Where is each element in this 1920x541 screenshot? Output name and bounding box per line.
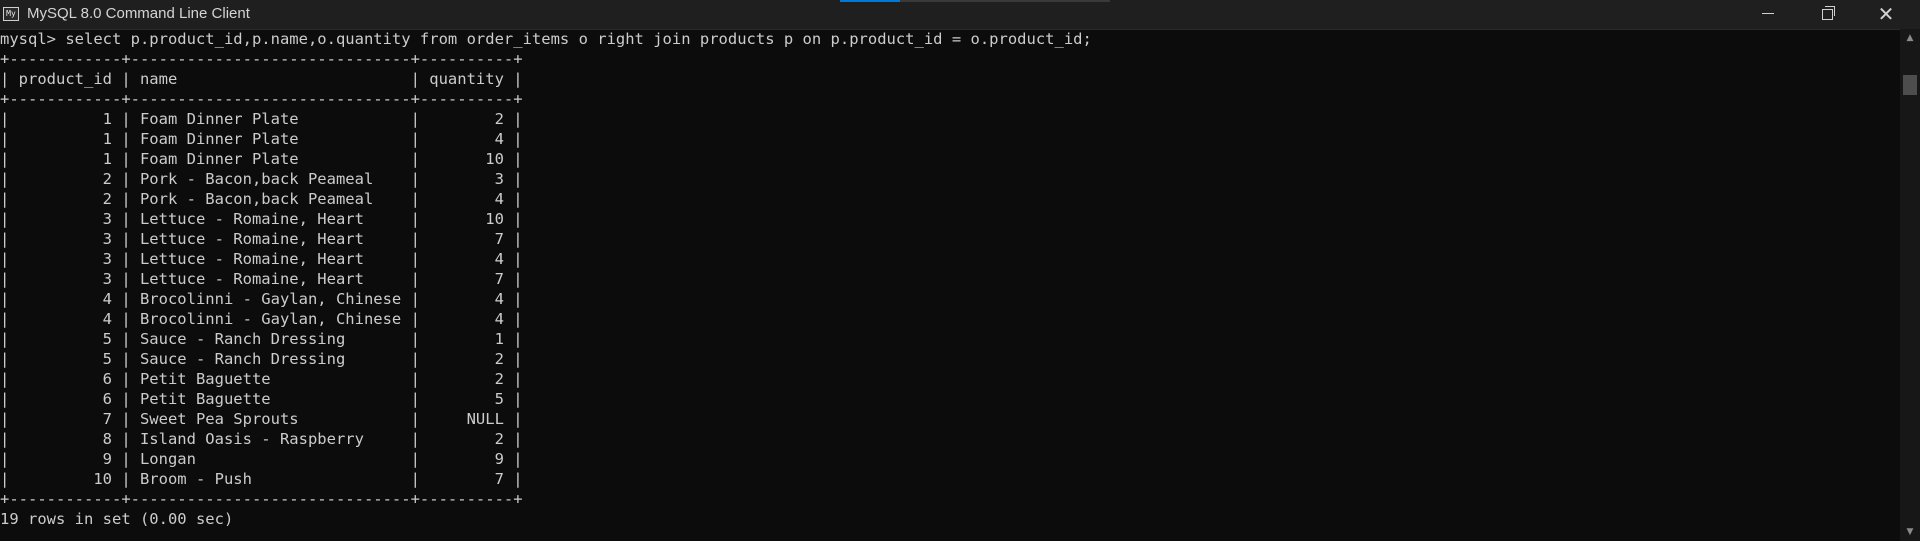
result-table-line: | 3 | Lettuce - Romaine, Heart | 7 | [0, 230, 523, 248]
scroll-down-arrow-icon[interactable]: ▼ [1900, 523, 1920, 541]
scroll-up-arrow-icon[interactable]: ▲ [1900, 29, 1920, 47]
mysql-console-window: My MySQL 8.0 Command Line Client ✕ mysql… [0, 0, 1920, 541]
title-accent-highlight [840, 0, 900, 2]
result-table-line: | 4 | Brocolinni - Gaylan, Chinese | 4 | [0, 310, 523, 328]
result-table-line: | 3 | Lettuce - Romaine, Heart | 10 | [0, 210, 523, 228]
console-output[interactable]: mysql> select p.product_id,p.name,o.quan… [0, 29, 1900, 541]
result-table-line: | 9 | Longan | 9 | [0, 450, 523, 468]
result-table-line: | 1 | Foam Dinner Plate | 2 | [0, 110, 523, 128]
vertical-scrollbar[interactable]: ▲ ▼ [1900, 29, 1920, 541]
result-table-line: | product_id | name | quantity | [0, 70, 523, 88]
mysql-console-icon[interactable]: My [3, 7, 19, 21]
result-table-line: | 2 | Pork - Bacon,back Peameal | 3 | [0, 170, 523, 188]
result-table-line: | 7 | Sweet Pea Sprouts | NULL | [0, 410, 523, 428]
minimize-button[interactable] [1745, 0, 1791, 29]
result-table-line: | 4 | Brocolinni - Gaylan, Chinese | 4 | [0, 290, 523, 308]
result-table-line: | 3 | Lettuce - Romaine, Heart | 7 | [0, 270, 523, 288]
result-table-line: | 5 | Sauce - Ranch Dressing | 2 | [0, 350, 523, 368]
maximize-button[interactable] [1804, 0, 1850, 29]
scrollbar-thumb[interactable] [1903, 75, 1917, 95]
result-table-line: | 6 | Petit Baguette | 5 | [0, 390, 523, 408]
result-summary-line: 19 rows in set (0.00 sec) [0, 510, 234, 528]
result-table-line: | 5 | Sauce - Ranch Dressing | 1 | [0, 330, 523, 348]
window-title: MySQL 8.0 Command Line Client [27, 5, 250, 22]
sql-command-line: mysql> select p.product_id,p.name,o.quan… [0, 30, 1092, 48]
result-table-line: +------------+--------------------------… [0, 50, 523, 68]
result-table-line: | 1 | Foam Dinner Plate | 4 | [0, 130, 523, 148]
close-button[interactable]: ✕ [1863, 0, 1909, 29]
restore-icon [1822, 6, 1835, 20]
result-table-line: +------------+--------------------------… [0, 490, 523, 508]
result-table-line: | 2 | Pork - Bacon,back Peameal | 4 | [0, 190, 523, 208]
result-table-line: | 10 | Broom - Push | 7 | [0, 470, 523, 488]
close-icon: ✕ [1877, 2, 1895, 26]
console-text: mysql> select p.product_id,p.name,o.quan… [0, 29, 1900, 529]
title-bar[interactable]: My MySQL 8.0 Command Line Client ✕ [0, 0, 1920, 30]
result-table-line: | 1 | Foam Dinner Plate | 10 | [0, 150, 523, 168]
result-table-line: | 3 | Lettuce - Romaine, Heart | 4 | [0, 250, 523, 268]
result-table-line: | 8 | Island Oasis - Raspberry | 2 | [0, 430, 523, 448]
result-table-line: | 6 | Petit Baguette | 2 | [0, 370, 523, 388]
minimize-icon [1762, 13, 1774, 14]
result-table-line: +------------+--------------------------… [0, 90, 523, 108]
